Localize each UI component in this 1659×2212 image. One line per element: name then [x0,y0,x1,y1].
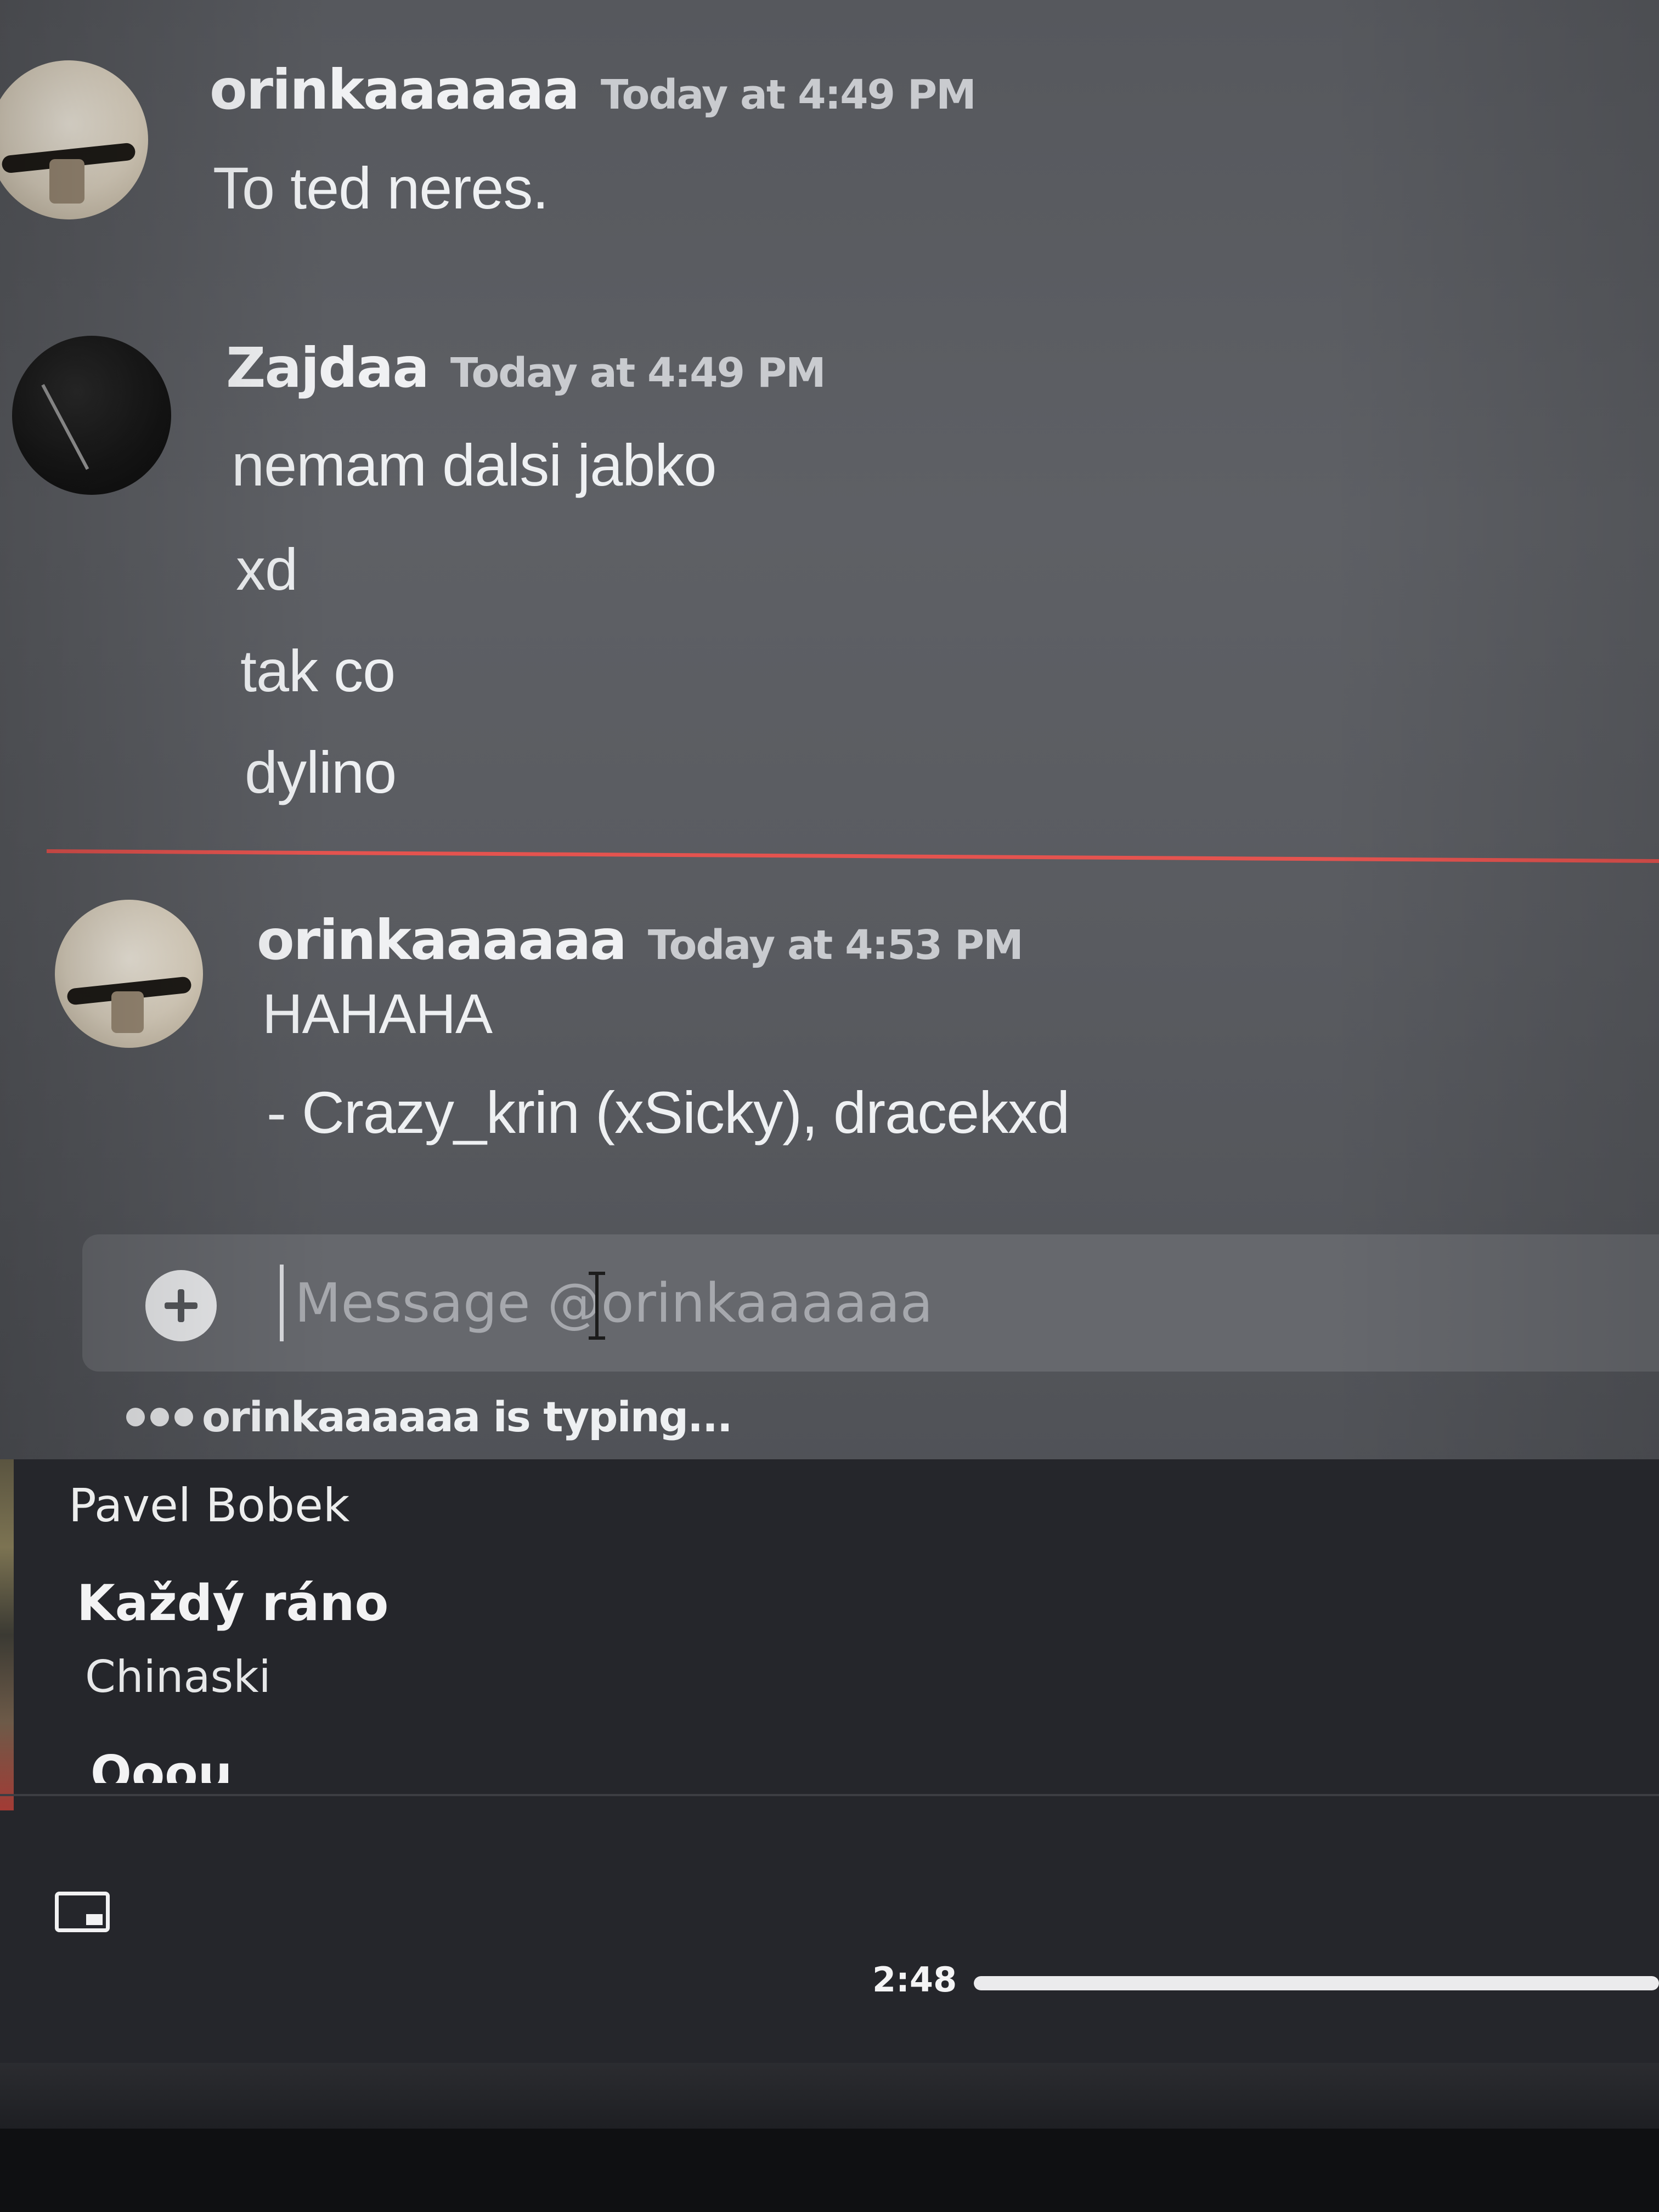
avatar-image-detail [41,354,145,470]
message-text: dylino [245,739,397,805]
message-text: nemam dalsi jabko [232,432,716,498]
ibeam-cursor-icon [586,1267,608,1344]
divider [0,1794,1659,1796]
elapsed-time: 2:48 [872,1960,957,2000]
monitor-bezel-edge [0,2129,1659,2212]
current-track-artist[interactable]: Chinaski [85,1651,271,1702]
next-track-title: Ooou [91,1745,233,1783]
message-header: Zajdaa Today at 4:49 PM [226,336,826,400]
typing-dots-icon [126,1407,193,1426]
message-timestamp: Today at 4:53 PM [647,922,1024,969]
previous-track-artist[interactable]: Pavel Bobek [69,1479,349,1532]
progress-bar[interactable] [974,1976,1659,1990]
message-timestamp: Today at 4:49 PM [600,71,977,119]
message-text: HAHAHA [262,983,493,1045]
picture-in-picture-icon[interactable] [55,1892,110,1932]
message-header: orinkaaaaaa Today at 4:53 PM [257,908,1024,972]
message-author[interactable]: Zajdaa [226,336,430,400]
text-caret [280,1265,284,1341]
message-text: xd [236,536,298,602]
message-composer [82,1234,1659,1372]
plus-circle-icon[interactable] [145,1270,217,1341]
progress-fill [974,1976,1659,1990]
chat-messages-area: orinkaaaaaa Today at 4:49 PM To ted neres… [0,0,1659,1476]
user-avatar[interactable] [55,900,203,1048]
new-messages-divider [46,849,1659,864]
message-text: tak co [240,637,396,704]
media-player: Pavel Bobek Každý ráno Chinaski Ooou 2:4… [0,1459,1659,2063]
message-text: To ted neres. [213,155,549,221]
avatar-image-detail [49,159,84,204]
typing-text: orinkaaaaaa is typing... [202,1392,733,1441]
message-text: - Crazy_krin (xSicky), dracekxd [267,1079,1070,1146]
next-track[interactable]: Ooou [91,1743,310,1783]
message-header: orinkaaaaaa Today at 4:49 PM [210,58,977,122]
message-author[interactable]: orinkaaaaaa [210,58,580,122]
user-avatar[interactable] [0,60,148,219]
album-art-strip [0,1459,14,1810]
current-track-title[interactable]: Každý ráno [77,1575,388,1632]
message-author[interactable]: orinkaaaaaa [257,908,627,972]
avatar-image-detail [111,991,144,1033]
typing-indicator: orinkaaaaaa is typing... [126,1392,733,1441]
message-input[interactable] [294,1256,1612,1351]
message-timestamp: Today at 4:49 PM [450,349,826,397]
user-avatar[interactable] [12,336,171,495]
